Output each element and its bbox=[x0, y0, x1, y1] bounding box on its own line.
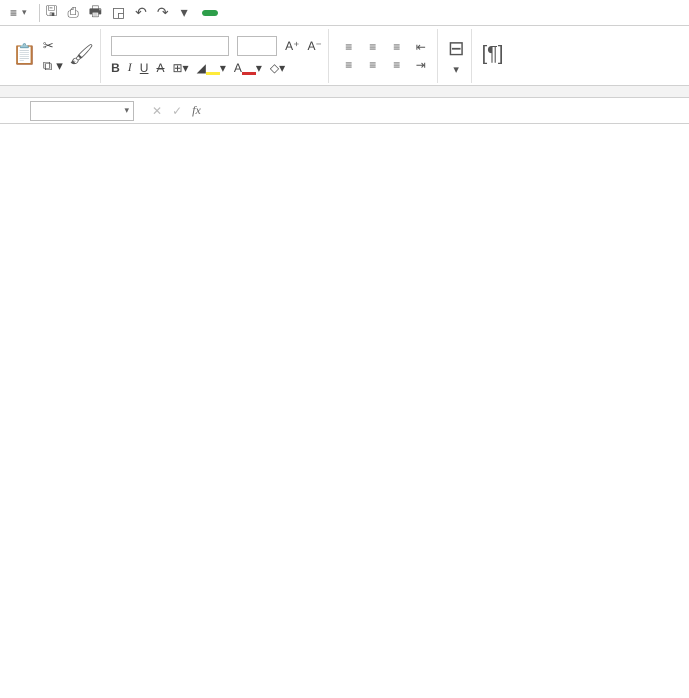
burger-icon: ≡ bbox=[10, 6, 17, 20]
confirm-icon[interactable]: ✓ bbox=[172, 104, 182, 118]
merge-group: ⊟ ▾ bbox=[442, 29, 472, 83]
align-bottom-icon[interactable]: ≡ bbox=[387, 40, 407, 54]
align-top-icon[interactable]: ≡ bbox=[339, 40, 359, 54]
file-menu[interactable]: ≡ ▾ bbox=[4, 4, 33, 22]
wrap-icon: [¶] bbox=[482, 43, 504, 66]
save-icon[interactable]: 🖫 bbox=[46, 1, 58, 25]
cut-button[interactable]: ✂ bbox=[43, 38, 56, 54]
undo-icon[interactable]: ↶ bbox=[135, 4, 147, 21]
font-name-input[interactable] bbox=[111, 36, 229, 56]
caret-down-icon: ▾ bbox=[56, 58, 63, 74]
tab-view[interactable] bbox=[382, 10, 398, 16]
underline-button[interactable]: U bbox=[140, 61, 149, 75]
increase-font-icon[interactable]: A⁺ bbox=[285, 39, 299, 53]
separator bbox=[39, 4, 40, 22]
ribbon-tabs bbox=[202, 10, 428, 16]
ribbon: 📋 ✂ ⧉▾ 🖌 A⁺ A⁻ B I U A ⊞▾ bbox=[0, 26, 689, 86]
paste-icon: 📋 bbox=[12, 42, 37, 67]
tab-dev[interactable] bbox=[412, 10, 428, 16]
align-left-icon[interactable]: ≡ bbox=[339, 58, 359, 72]
merge-center-button[interactable]: ⊟ ▾ bbox=[448, 36, 465, 76]
redo-icon[interactable]: ↷ bbox=[157, 4, 169, 21]
border-button[interactable]: ⊞▾ bbox=[172, 61, 188, 75]
menu-bar: ≡ ▾ 🖫 ⎙ 🖶 ◲ ↶ ↷ ▾ bbox=[0, 0, 689, 26]
strike-button[interactable]: A bbox=[156, 61, 164, 75]
italic-button[interactable]: I bbox=[128, 60, 132, 75]
tab-formula[interactable] bbox=[292, 10, 308, 16]
save-as-icon[interactable]: ⎙ bbox=[67, 4, 78, 21]
formula-bar: ▾ ✕ ✓ fx bbox=[0, 98, 689, 124]
spacer bbox=[0, 86, 689, 98]
tab-start[interactable] bbox=[202, 10, 218, 16]
tab-insert[interactable] bbox=[232, 10, 248, 16]
formula-input[interactable] bbox=[209, 109, 689, 113]
tab-review[interactable] bbox=[352, 10, 368, 16]
copy-button[interactable]: ⧉▾ bbox=[43, 58, 63, 74]
indent-left-icon[interactable]: ⇤ bbox=[411, 40, 431, 54]
print-icon[interactable]: 🖶 bbox=[89, 1, 102, 25]
phonetic-button[interactable]: ◇▾ bbox=[270, 61, 285, 75]
bold-button[interactable]: B bbox=[111, 61, 120, 75]
format-painter-button[interactable]: 🖌 bbox=[69, 42, 94, 69]
wrap-button[interactable]: [¶] bbox=[482, 43, 504, 68]
scissors-icon: ✂ bbox=[43, 38, 54, 54]
clipboard-group: 📋 ✂ ⧉▾ 🖌 bbox=[6, 29, 101, 83]
fx-icon[interactable]: fx bbox=[192, 103, 201, 118]
brush-icon: 🖌 bbox=[69, 42, 94, 67]
decrease-font-icon[interactable]: A⁻ bbox=[307, 39, 321, 53]
align-middle-icon[interactable]: ≡ bbox=[363, 40, 383, 54]
caret-down-icon: ▾ bbox=[124, 105, 129, 116]
font-size-input[interactable] bbox=[237, 36, 277, 56]
indent-right-icon[interactable]: ⇥ bbox=[411, 58, 431, 72]
copy-icon: ⧉ bbox=[43, 58, 52, 74]
align-group: ≡ ≡ ≡ ⇤ ≡ ≡ ≡ ⇥ bbox=[333, 29, 438, 83]
wrap-group: [¶] bbox=[476, 29, 510, 83]
qat-more-icon[interactable]: ▾ bbox=[181, 4, 188, 21]
quick-access-toolbar: 🖫 ⎙ 🖶 ◲ ↶ ↷ ▾ bbox=[46, 1, 188, 25]
tab-data[interactable] bbox=[322, 10, 338, 16]
caret-down-icon: ▾ bbox=[22, 7, 27, 18]
fill-color-button[interactable]: ◢▾ bbox=[197, 61, 226, 75]
merge-icon: ⊟ bbox=[448, 36, 465, 61]
paste-button[interactable]: 📋 bbox=[12, 42, 37, 69]
name-box[interactable]: ▾ bbox=[30, 101, 134, 121]
tab-layout[interactable] bbox=[262, 10, 278, 16]
align-center-icon[interactable]: ≡ bbox=[363, 58, 383, 72]
cancel-icon[interactable]: ✕ bbox=[152, 104, 162, 118]
align-right-icon[interactable]: ≡ bbox=[387, 58, 407, 72]
preview-icon[interactable]: ◲ bbox=[112, 4, 125, 21]
font-group: A⁺ A⁻ B I U A ⊞▾ ◢▾ A▾ ◇▾ bbox=[105, 29, 329, 83]
font-color-button[interactable]: A▾ bbox=[234, 61, 262, 75]
